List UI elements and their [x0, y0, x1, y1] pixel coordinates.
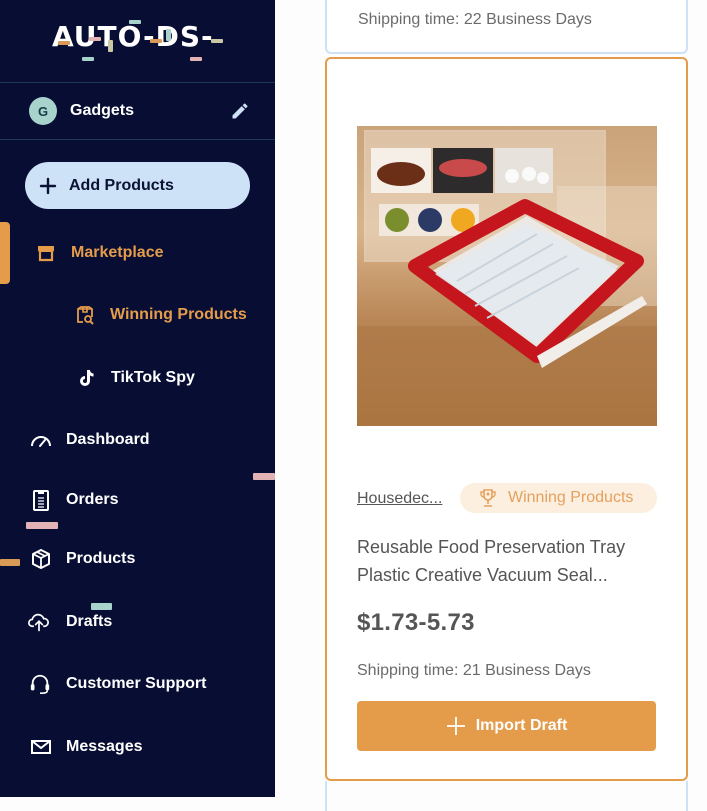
decorative-dash [26, 522, 58, 529]
decorative-dash [253, 473, 275, 480]
sidebar-item-label: Marketplace [71, 244, 164, 261]
product-photo [357, 126, 657, 426]
trophy-icon [480, 489, 496, 507]
product-card[interactable]: Housedec... Winning Products Reusable Fo… [325, 57, 688, 781]
store-icon [35, 242, 57, 264]
product-price: $1.73-5.73 [357, 609, 475, 636]
sidebar-item-dashboard[interactable]: Dashboard [0, 420, 275, 460]
supplier-link[interactable]: Housedec... [357, 490, 442, 508]
logo-accent [89, 37, 101, 41]
sidebar-item-messages[interactable]: Messages [0, 727, 275, 767]
import-draft-label: Import Draft [475, 717, 568, 734]
sidebar-item-label: Drafts [66, 613, 113, 630]
sidebar-item-label: Messages [66, 738, 143, 755]
sidebar-item-label: Orders [66, 491, 119, 508]
box-search-icon [74, 304, 96, 326]
logo-text: AUTO-DS- [52, 20, 214, 53]
logo-accent [190, 57, 202, 61]
logo-accent [108, 40, 113, 52]
gauge-icon [30, 429, 52, 451]
box-icon [30, 548, 52, 570]
sidebar-item-marketplace[interactable]: Marketplace [0, 233, 275, 273]
main-content: Shipping time: 22 Business Days Housedec… [275, 0, 707, 811]
product-card-next[interactable] [325, 781, 688, 811]
add-products-label: Add Products [69, 176, 174, 194]
sidebar-item-products[interactable]: Products [0, 539, 275, 579]
sidebar-item-label: Products [66, 550, 136, 567]
winning-products-badge: Winning Products [460, 483, 657, 513]
sidebar-item-label: Winning Products [110, 306, 247, 323]
logo-accent [166, 29, 171, 41]
cloud-upload-icon [28, 611, 50, 633]
badge-label: Winning Products [508, 489, 634, 506]
plus-icon [446, 717, 465, 735]
pencil-icon[interactable] [230, 101, 250, 121]
decorative-dash [0, 559, 20, 566]
sidebar-item-drafts[interactable]: Drafts [0, 602, 275, 642]
sidebar-item-customer-support[interactable]: Customer Support [0, 664, 275, 704]
divider [0, 139, 275, 140]
autods-logo[interactable]: AUTO-DS- [0, 0, 275, 82]
envelope-icon [30, 736, 52, 758]
logo-accent [150, 39, 162, 43]
import-draft-button[interactable]: Import Draft [357, 701, 656, 751]
shipping-time: Shipping time: 22 Business Days [358, 11, 592, 28]
logo-accent [211, 39, 223, 43]
sidebar-item-orders[interactable]: Orders [0, 480, 275, 520]
store-avatar: G [29, 97, 57, 125]
logo-accent [82, 57, 94, 61]
clipboard-icon [30, 489, 52, 511]
product-title[interactable]: Reusable Food Preservation Tray Plastic … [357, 533, 662, 589]
add-products-button[interactable]: Add Products [25, 162, 250, 209]
decorative-dash [91, 603, 112, 610]
product-card-previous[interactable]: Shipping time: 22 Business Days [325, 0, 688, 54]
sidebar-item-tiktok-spy[interactable]: TikTok Spy [0, 358, 275, 398]
shipping-time: Shipping time: 21 Business Days [357, 662, 591, 679]
sidebar: AUTO-DS- G Gadgets Add Products Marketpl… [0, 0, 275, 797]
headset-icon [29, 673, 51, 695]
sidebar-item-label: Dashboard [66, 431, 150, 448]
logo-accent [58, 41, 70, 45]
sidebar-item-winning-products[interactable]: Winning Products [0, 295, 275, 335]
sidebar-item-label: Customer Support [66, 675, 207, 692]
store-name: Gadgets [70, 102, 135, 119]
plus-icon [39, 177, 57, 194]
store-selector[interactable]: G Gadgets [0, 83, 275, 139]
product-image[interactable] [357, 126, 657, 426]
sidebar-item-label: TikTok Spy [111, 369, 195, 386]
tiktok-icon [75, 367, 97, 389]
logo-accent [129, 20, 141, 24]
